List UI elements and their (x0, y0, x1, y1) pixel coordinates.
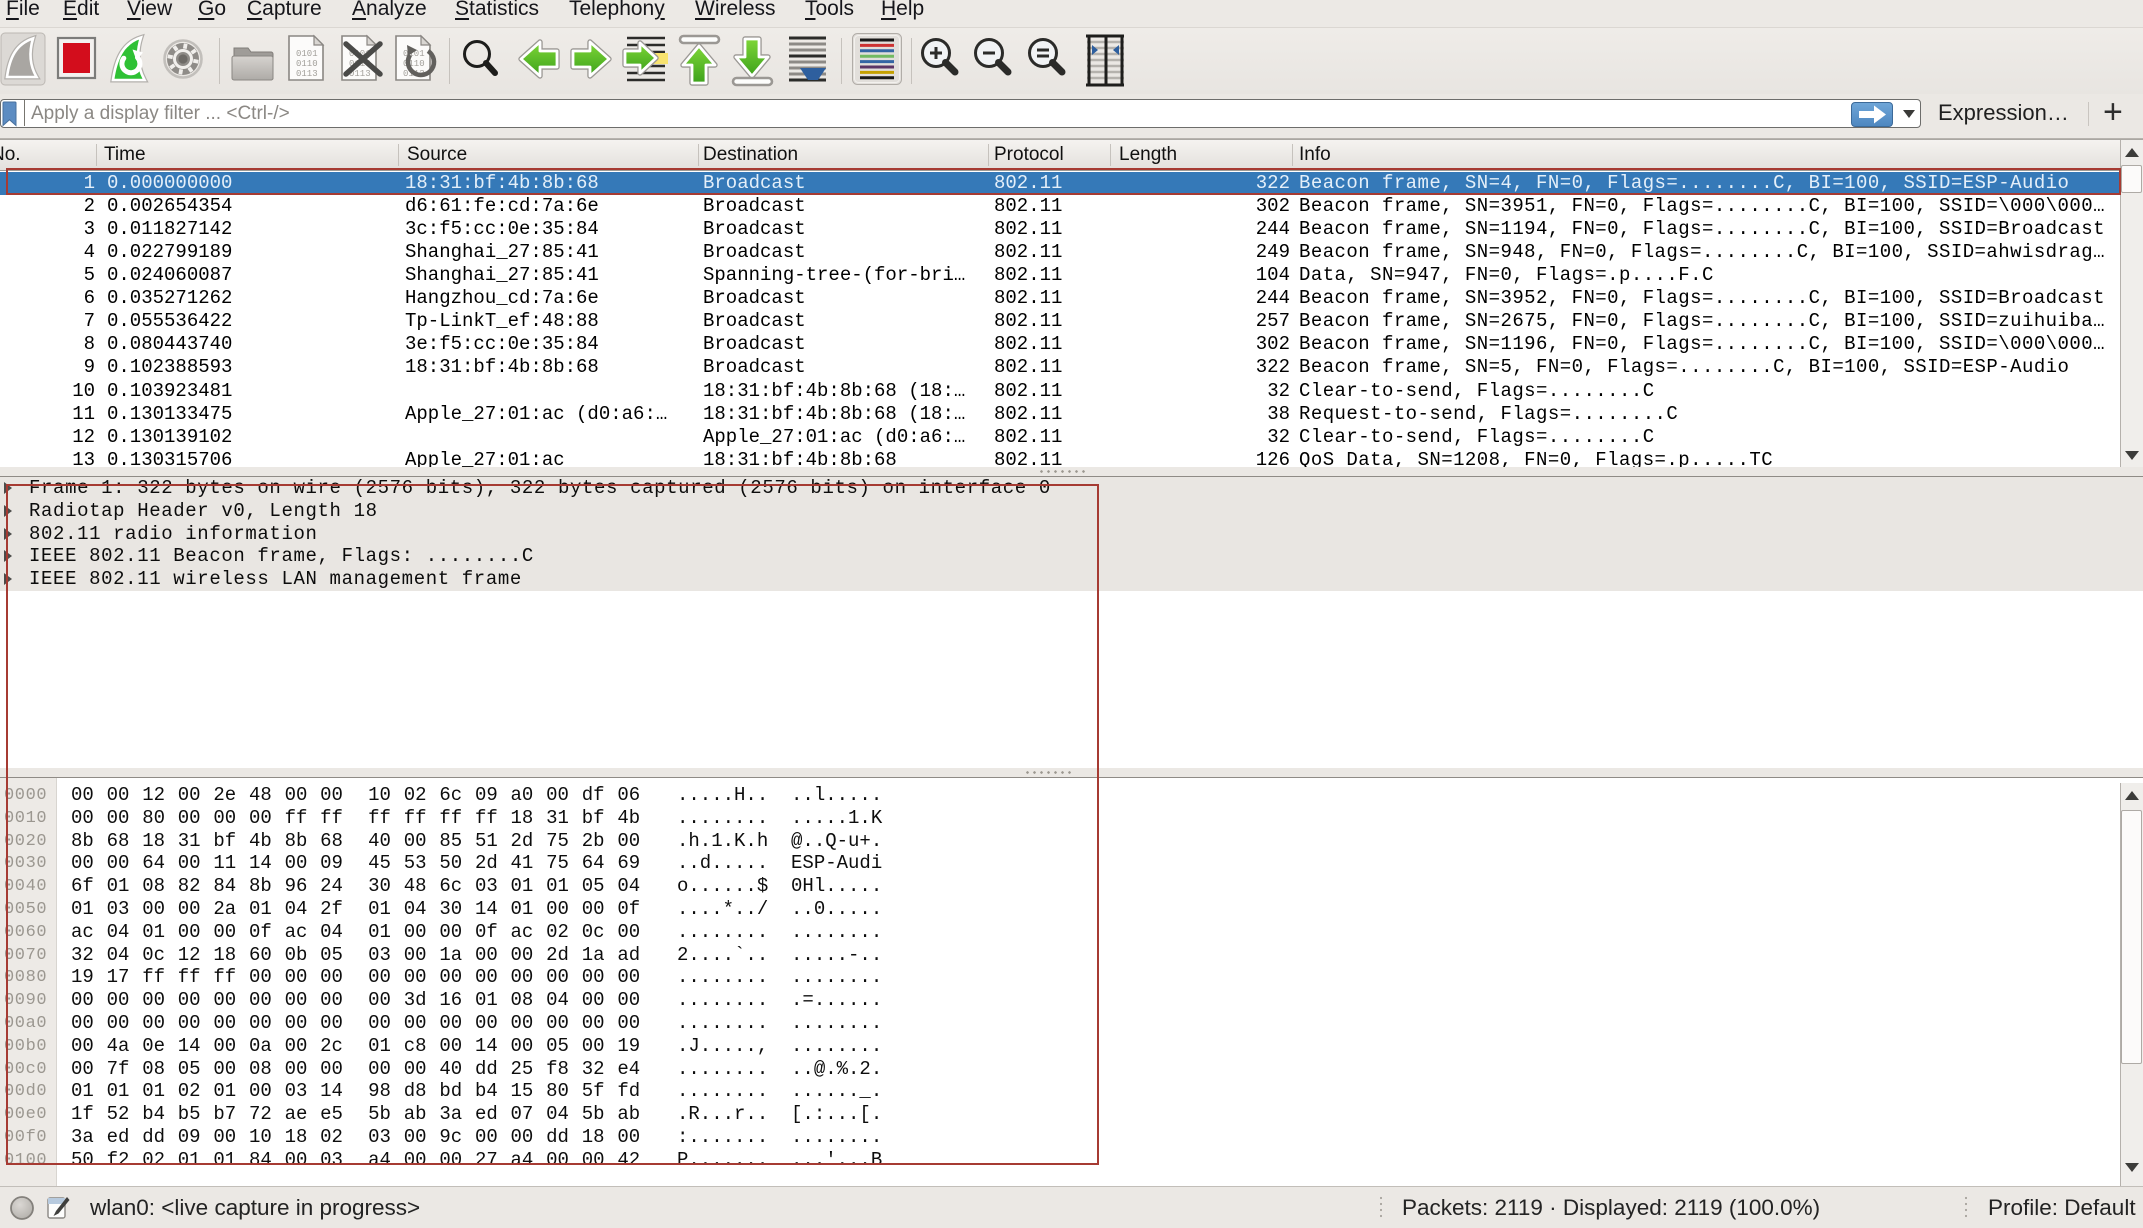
svg-text:0110: 0110 (296, 59, 318, 69)
svg-text:0113: 0113 (296, 69, 318, 79)
svg-text:0101: 0101 (296, 49, 318, 59)
